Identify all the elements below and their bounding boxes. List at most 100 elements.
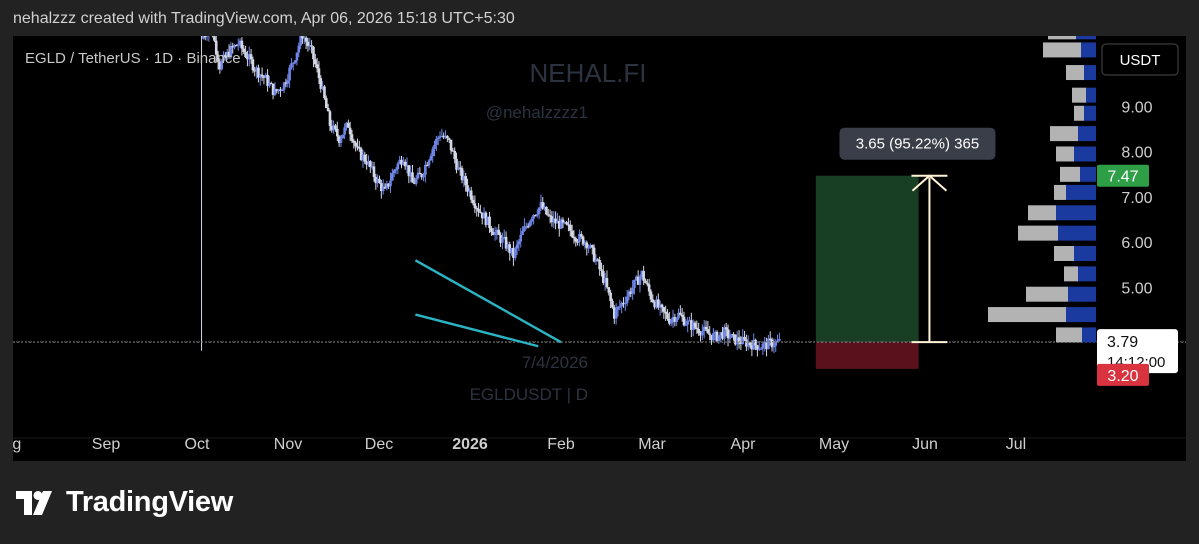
volume-profile-bar-gray xyxy=(1066,65,1084,81)
volume-profile-bar-gray xyxy=(1074,105,1084,121)
x-tick-label: Oct xyxy=(185,436,210,453)
candle-body xyxy=(427,160,431,166)
candle-body xyxy=(429,156,433,161)
candle-body xyxy=(530,218,534,222)
candle-body xyxy=(392,170,396,174)
candle-body xyxy=(642,270,645,281)
watermark-ticker: EGLDUSDT | D xyxy=(470,385,588,404)
candle-body xyxy=(600,269,603,271)
volume-profile-bar-gray xyxy=(988,307,1066,323)
candle-body xyxy=(587,247,590,249)
candle-body xyxy=(347,122,350,128)
candle-body xyxy=(704,326,708,330)
candle-body xyxy=(477,208,480,212)
volume-profile-bar-gray xyxy=(1043,42,1081,58)
candle-body xyxy=(358,147,361,149)
candle-body xyxy=(493,232,497,236)
candle-body xyxy=(424,164,427,175)
candle-body xyxy=(695,327,699,329)
volume-profile-bar-gray xyxy=(1048,36,1076,40)
candle-body xyxy=(304,37,308,42)
target-zone[interactable] xyxy=(815,175,919,343)
volume-profile-bar-blue xyxy=(1082,327,1096,343)
candle-body xyxy=(488,216,491,229)
volume-profile-bar-gray xyxy=(1064,266,1078,282)
candle-body xyxy=(631,287,634,294)
candle-body xyxy=(684,324,688,326)
volume-profile-bar-blue xyxy=(1081,42,1096,58)
candle-body xyxy=(513,248,517,258)
volume-profile-bar-blue xyxy=(1078,266,1096,282)
volume-profile-bar-gray xyxy=(1026,286,1068,302)
x-tick-label: Apr xyxy=(731,436,757,453)
candle-body xyxy=(633,279,636,288)
candle-body xyxy=(565,222,568,225)
volume-profile-bar-blue xyxy=(1068,286,1096,302)
candle-body xyxy=(625,296,629,303)
chart-panel[interactable]: NEHAL.FI @nehalzzzz1 7/4/2026 EGLDUSDT | D … xyxy=(13,36,1186,461)
volume-profile-bar-blue xyxy=(1066,307,1096,323)
volume-profile-bar-gray xyxy=(1072,87,1086,103)
candle-body xyxy=(323,86,326,99)
candle-body xyxy=(293,60,297,63)
candle-body xyxy=(624,302,627,305)
candle-body xyxy=(497,229,501,235)
candle-body xyxy=(515,244,519,249)
symbol-title: EGLD / TetherUS · 1D · Binance xyxy=(25,50,241,67)
candle-body xyxy=(446,135,449,139)
candle-body xyxy=(697,328,700,334)
candle-body xyxy=(471,199,475,204)
candle-body xyxy=(728,337,732,339)
candle-body xyxy=(649,291,653,300)
candle-body xyxy=(343,127,346,135)
candle-body xyxy=(433,144,436,150)
y-tick-label: 9.00 xyxy=(1121,99,1152,116)
price-chart[interactable]: NEHAL.FI@nehalzzzz17/4/2026EGLDUSDT | D … xyxy=(13,36,1186,461)
x-tick-label: 2026 xyxy=(452,436,488,453)
candle-body xyxy=(312,46,315,60)
candle-body xyxy=(712,333,715,341)
candle-body xyxy=(251,59,255,71)
stop-zone[interactable] xyxy=(815,342,919,369)
candle-body xyxy=(431,149,434,157)
candle-body xyxy=(348,127,352,135)
candle-body xyxy=(339,138,343,143)
candle-body xyxy=(680,314,684,317)
candle-body xyxy=(585,242,589,248)
volume-profile-bar-gray xyxy=(1054,184,1066,200)
volume-profile-bar-blue xyxy=(1086,87,1096,103)
candle-body xyxy=(363,154,367,162)
x-tick-label: Aug xyxy=(13,436,21,453)
y-tick-label: 6.00 xyxy=(1121,235,1152,252)
candle-body xyxy=(389,180,392,187)
candle-body xyxy=(611,301,614,308)
volume-profile-bar-blue xyxy=(1056,205,1096,221)
x-tick-label: Jun xyxy=(912,436,938,453)
candle-body xyxy=(341,134,345,139)
candle-body xyxy=(315,64,319,69)
candle-body xyxy=(748,342,752,346)
candle-body xyxy=(535,214,539,216)
wedge-upper-line[interactable] xyxy=(414,259,562,344)
candle-body xyxy=(579,234,583,237)
watermark-handle: @nehalzzzz1 xyxy=(486,103,588,122)
candle-body xyxy=(724,327,728,330)
candle-body xyxy=(605,278,609,288)
candle-body xyxy=(568,224,572,231)
candle-body xyxy=(693,322,697,328)
candle-body xyxy=(260,74,264,77)
candle-body xyxy=(647,284,651,292)
candle-body xyxy=(324,98,328,108)
candle-body xyxy=(291,62,295,65)
measure-label: 3.65 (95.22%) 365 xyxy=(856,136,979,153)
candle-body xyxy=(473,203,477,208)
candle-body xyxy=(669,319,673,324)
price-tag-value: 7.47 xyxy=(1107,169,1138,186)
candle-body xyxy=(682,316,686,326)
volume-profile-bar-blue xyxy=(1084,65,1096,81)
volume-profile-bar-gray xyxy=(1028,205,1056,221)
candle-body xyxy=(310,45,313,47)
candle-body xyxy=(537,207,541,215)
candle-body xyxy=(317,68,321,79)
x-tick-label: May xyxy=(819,436,849,453)
